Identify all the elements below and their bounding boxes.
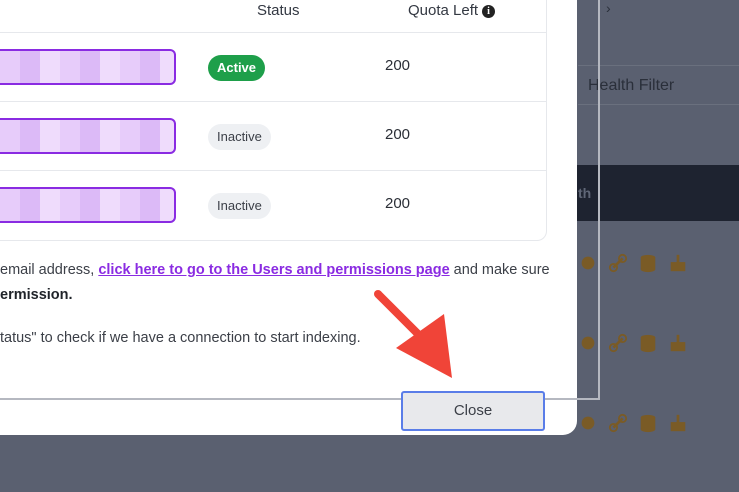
gear-icon: [581, 336, 595, 350]
gear-icon: [581, 416, 595, 430]
quota-value: 200: [385, 126, 411, 143]
chevron-down-icon: ›: [606, 0, 611, 16]
gear-icon: [581, 256, 595, 270]
link-icon: [608, 413, 628, 433]
instructions-text: and make sure: [449, 262, 550, 278]
import-icon: [670, 334, 686, 352]
background-row-icons: [578, 332, 688, 354]
table-row: Active 200: [0, 32, 546, 101]
health-filter-label: Health Filter: [578, 65, 739, 105]
quota-value: 200: [385, 195, 411, 212]
close-button[interactable]: Close: [401, 391, 545, 431]
users-permissions-link[interactable]: click here to go to the Users and permis…: [98, 262, 449, 278]
annotation-arrow-icon: [374, 290, 452, 378]
background-row-icons: [578, 412, 688, 434]
modal-dialog: Status Quota Left i Active 200 Inactive 2…: [0, 0, 577, 435]
import-icon: [670, 254, 686, 272]
link-icon: [608, 333, 628, 353]
status-column-header: Status: [257, 2, 300, 19]
status-badge: Inactive: [208, 124, 271, 150]
instructions-line-3: tatus" to check if we have a connection …: [0, 330, 361, 346]
account-name-redacted[interactable]: [0, 118, 176, 154]
instructions-line-1: email address, click here to go to the U…: [0, 262, 550, 278]
account-name-redacted[interactable]: [0, 187, 176, 223]
account-name-redacted[interactable]: [0, 49, 176, 85]
database-icon: [640, 414, 656, 433]
table-row: Inactive 200: [0, 101, 546, 170]
quota-column-header-label: Quota Left: [408, 2, 479, 19]
status-badge: Inactive: [208, 193, 271, 219]
instructions-line-2: ermission.: [0, 287, 73, 303]
background-table-header: th: [560, 165, 739, 221]
quota-value: 200: [385, 57, 411, 74]
link-icon: [608, 253, 628, 273]
import-icon: [670, 414, 686, 432]
accounts-table: Status Quota Left i Active 200 Inactive 2…: [0, 0, 547, 241]
quota-column-header: Quota Left i: [408, 0, 496, 32]
background-row-icons: [578, 252, 688, 274]
status-badge: Active: [208, 55, 266, 81]
instructions-text: email address,: [0, 262, 99, 278]
database-icon: [640, 334, 656, 353]
table-row: Inactive 200: [0, 170, 546, 239]
database-icon: [640, 254, 656, 273]
info-icon[interactable]: i: [482, 4, 496, 18]
